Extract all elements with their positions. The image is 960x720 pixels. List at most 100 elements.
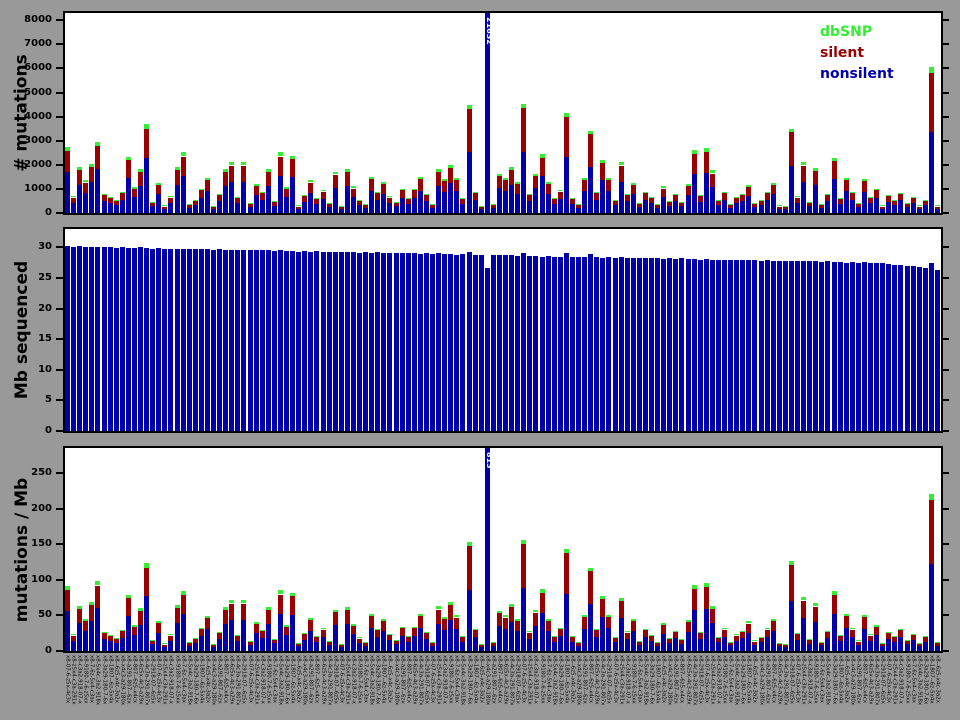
bar-segment-silent bbox=[673, 632, 678, 638]
bar-segment-nonsilent bbox=[120, 200, 125, 213]
bar-segment-dbsnp bbox=[655, 642, 660, 643]
bar-segment-dbsnp bbox=[606, 178, 611, 180]
bar-segment-dbsnp bbox=[83, 619, 88, 621]
legend-item-nonsilent: nonsilent bbox=[820, 66, 894, 82]
sample-id-label: x8-2918-07--6z5x bbox=[605, 655, 612, 704]
bar-segment-dbsnp bbox=[412, 189, 417, 190]
bar-segment-silent bbox=[381, 184, 386, 194]
bar-segment-nonsilent bbox=[241, 620, 246, 651]
bar-segment-dbsnp bbox=[637, 641, 642, 642]
sample-id-label: x8-07-6-z5x-4c3x bbox=[247, 655, 254, 704]
bar-segment-silent bbox=[168, 636, 173, 641]
bar-segment-mb-sequenced bbox=[394, 253, 399, 431]
bar-segment-dbsnp bbox=[856, 203, 861, 204]
bar-segment-dbsnp bbox=[187, 204, 192, 205]
bar-segment-nonsilent bbox=[448, 183, 453, 213]
bar-segment-silent bbox=[254, 624, 259, 633]
bar-segment-dbsnp bbox=[400, 627, 405, 628]
bar-segment-dbsnp bbox=[181, 591, 186, 595]
bar-segment-dbsnp bbox=[454, 178, 459, 180]
bar-segment-nonsilent bbox=[77, 623, 82, 651]
bar-segment-nonsilent bbox=[363, 646, 368, 651]
bar-segment-nonsilent bbox=[722, 200, 727, 213]
bar-segment-mb-sequenced bbox=[856, 263, 861, 431]
bar-segment-dbsnp bbox=[588, 568, 593, 571]
bar-segment-mb-sequenced bbox=[211, 250, 216, 431]
bar-segment-silent bbox=[935, 207, 940, 209]
bar-segment-silent bbox=[132, 189, 137, 197]
bar-segment-nonsilent bbox=[448, 620, 453, 651]
right-tick-mark bbox=[941, 19, 949, 22]
bar-segment-nonsilent bbox=[181, 614, 186, 651]
bar-segment-mb-sequenced bbox=[114, 248, 119, 431]
bar-segment-dbsnp bbox=[667, 638, 672, 639]
bar-segment-dbsnp bbox=[272, 201, 277, 202]
bar-segment-silent bbox=[369, 616, 374, 628]
bar-segment-nonsilent bbox=[625, 201, 630, 213]
bar-segment-dbsnp bbox=[314, 636, 319, 637]
bar-segment-dbsnp bbox=[917, 643, 922, 644]
bar-segment-dbsnp bbox=[296, 205, 301, 206]
bar-segment-dbsnp bbox=[473, 629, 478, 630]
bar-segment-mb-sequenced bbox=[667, 258, 672, 431]
bar-segment-mb-sequenced bbox=[120, 247, 125, 431]
bar-segment-dbsnp bbox=[698, 632, 703, 633]
bar-segment-dbsnp bbox=[187, 642, 192, 643]
bar-segment-silent bbox=[181, 595, 186, 614]
bar-segment-silent bbox=[278, 157, 283, 176]
bar-segment-nonsilent bbox=[825, 638, 830, 651]
bar-segment-mb-sequenced bbox=[503, 255, 508, 431]
bar-segment-mb-sequenced bbox=[613, 258, 618, 431]
bar-segment-mb-sequenced bbox=[807, 261, 812, 431]
bar-segment-nonsilent bbox=[600, 617, 605, 651]
sample-id-label: x8-2918-07--6z5x bbox=[788, 655, 795, 704]
bar-segment-nonsilent bbox=[746, 196, 751, 213]
bar-segment-silent bbox=[223, 172, 228, 186]
bar-segment-nonsilent bbox=[235, 203, 240, 213]
bar-segment-nonsilent bbox=[771, 194, 776, 213]
bar-segment-mb-sequenced bbox=[223, 250, 228, 431]
bar-segment-dbsnp bbox=[168, 196, 173, 197]
bar-segment-silent bbox=[704, 587, 709, 609]
bar-segment-nonsilent bbox=[168, 641, 173, 651]
sample-id-label: x8-807--6z5-x4cx bbox=[678, 655, 685, 704]
bar-segment-nonsilent bbox=[759, 642, 764, 651]
bar-segment-mb-sequenced bbox=[698, 260, 703, 431]
bar-segment-dbsnp bbox=[321, 190, 326, 191]
bar-segment-silent bbox=[850, 193, 855, 200]
bar-segment-nonsilent bbox=[156, 194, 161, 213]
sample-id-label: x8-c3a2-918-07-x bbox=[441, 655, 448, 704]
left-tick-mark bbox=[56, 115, 64, 118]
bar-segment-mb-sequenced bbox=[314, 251, 319, 431]
bar-segment-nonsilent bbox=[692, 610, 697, 651]
sample-id-label: x8-c3a2-918-07-x bbox=[806, 655, 813, 704]
bar-segment-nonsilent bbox=[71, 641, 76, 651]
bar-segment-silent bbox=[442, 619, 447, 630]
bar-segment-silent bbox=[698, 633, 703, 639]
bar-segment-nonsilent bbox=[874, 635, 879, 651]
bar-segment-nonsilent bbox=[418, 191, 423, 213]
bar-segment-silent bbox=[473, 630, 478, 637]
bar-segment-silent bbox=[752, 642, 757, 645]
bar-segment-dbsnp bbox=[241, 162, 246, 165]
bar-segment-mb-sequenced bbox=[235, 250, 240, 431]
bar-segment-silent bbox=[552, 199, 557, 204]
bar-segment-dbsnp bbox=[339, 644, 344, 645]
bar-segment-dbsnp bbox=[795, 196, 800, 197]
bar-segment-dbsnp bbox=[156, 621, 161, 623]
bar-segment-dbsnp bbox=[832, 591, 837, 595]
sample-id-label: x8-c3a2-918-07-x bbox=[167, 655, 174, 704]
bar-segment-silent bbox=[673, 195, 678, 201]
bar-segment-silent bbox=[235, 636, 240, 641]
bar-segment-nonsilent bbox=[296, 646, 301, 651]
bar-segment-nonsilent bbox=[430, 208, 435, 213]
bar-segment-silent bbox=[564, 117, 569, 157]
bar-segment-nonsilent bbox=[917, 646, 922, 651]
bar-segment-nonsilent bbox=[162, 647, 167, 651]
bar-segment-silent bbox=[740, 631, 745, 638]
y-tick-label: 0 bbox=[45, 425, 52, 436]
bar-segment-dbsnp bbox=[302, 633, 307, 634]
y-tick-label: 15 bbox=[38, 333, 52, 345]
bar-segment-dbsnp bbox=[728, 204, 733, 205]
bar-segment-silent bbox=[911, 198, 916, 203]
